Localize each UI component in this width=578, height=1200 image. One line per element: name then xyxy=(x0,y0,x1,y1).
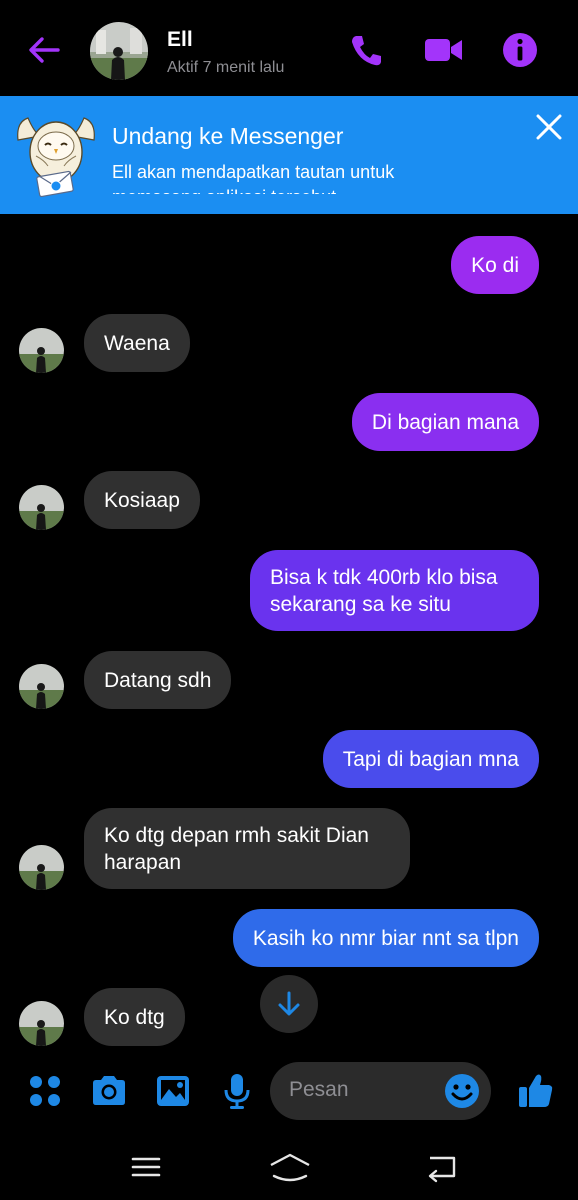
message-text: Kasih ko nmr biar nnt sa tlpn xyxy=(252,926,519,950)
close-icon[interactable] xyxy=(530,108,568,146)
conversation-header: Ell Aktif 7 menit lalu xyxy=(0,0,578,96)
sender-avatar[interactable] xyxy=(19,485,64,530)
back-icon[interactable] xyxy=(422,1150,462,1184)
message-incoming[interactable]: Waena xyxy=(84,314,190,372)
message-outgoing[interactable]: Di bagian mana xyxy=(351,393,539,451)
message-incoming[interactable]: Ko dtg xyxy=(84,988,185,1046)
back-arrow-icon[interactable] xyxy=(24,30,64,70)
message-text: Ko dtg depan rmh sakit Dian harapan xyxy=(104,823,369,874)
sender-avatar[interactable] xyxy=(19,328,64,373)
info-icon[interactable] xyxy=(500,30,540,70)
phone-icon[interactable] xyxy=(346,30,386,70)
banner-title: Undang ke Messenger xyxy=(112,123,344,149)
message-text: Bisa k tdk 400rb klo bisa sekarang sa ke… xyxy=(270,565,498,616)
message-incoming[interactable]: Kosiaap xyxy=(84,471,200,529)
message-text: Kosiaap xyxy=(104,488,180,512)
message-outgoing[interactable]: Bisa k tdk 400rb klo bisa sekarang sa ke… xyxy=(250,550,539,631)
owl-mascot-icon xyxy=(17,117,95,198)
apps-grid-icon[interactable] xyxy=(25,1071,65,1111)
message-outgoing[interactable]: Ko di xyxy=(451,236,539,294)
contact-avatar[interactable] xyxy=(90,22,148,80)
message-text: Di bagian mana xyxy=(371,410,519,434)
image-icon[interactable] xyxy=(153,1071,193,1111)
message-text: Waena xyxy=(104,331,170,355)
message-outgoing[interactable]: Kasih ko nmr biar nnt sa tlpn xyxy=(232,909,539,967)
arrow-down-icon xyxy=(278,991,300,1016)
thumbs-up-icon[interactable] xyxy=(516,1070,556,1110)
message-text: Datang sdh xyxy=(104,668,212,692)
message-text: Ko dtg xyxy=(104,1005,165,1029)
message-incoming[interactable]: Ko dtg depan rmh sakit Dian harapan xyxy=(84,808,410,889)
message-text: Ko di xyxy=(471,253,519,277)
contact-name[interactable]: Ell xyxy=(167,28,193,52)
message-text: Tapi di bagian mna xyxy=(342,747,519,771)
recent-apps-icon[interactable] xyxy=(126,1150,166,1184)
emoji-icon[interactable] xyxy=(443,1072,481,1110)
message-incoming[interactable]: Datang sdh xyxy=(84,651,232,709)
video-camera-icon[interactable] xyxy=(424,30,464,70)
active-status: Aktif 7 menit lalu xyxy=(167,59,285,76)
sender-avatar[interactable] xyxy=(19,664,64,709)
scroll-to-bottom-button[interactable] xyxy=(260,975,318,1033)
camera-icon[interactable] xyxy=(89,1071,129,1111)
sender-avatar[interactable] xyxy=(19,845,64,890)
banner-subtitle: Ell akan mendapatkan tautan untuk memasa… xyxy=(112,162,395,194)
sender-avatar[interactable] xyxy=(19,1001,64,1046)
home-icon[interactable] xyxy=(268,1150,312,1184)
message-outgoing[interactable]: Tapi di bagian mna xyxy=(322,730,539,788)
message-input-placeholder: Pesan xyxy=(289,1078,349,1101)
microphone-icon[interactable] xyxy=(217,1071,257,1111)
